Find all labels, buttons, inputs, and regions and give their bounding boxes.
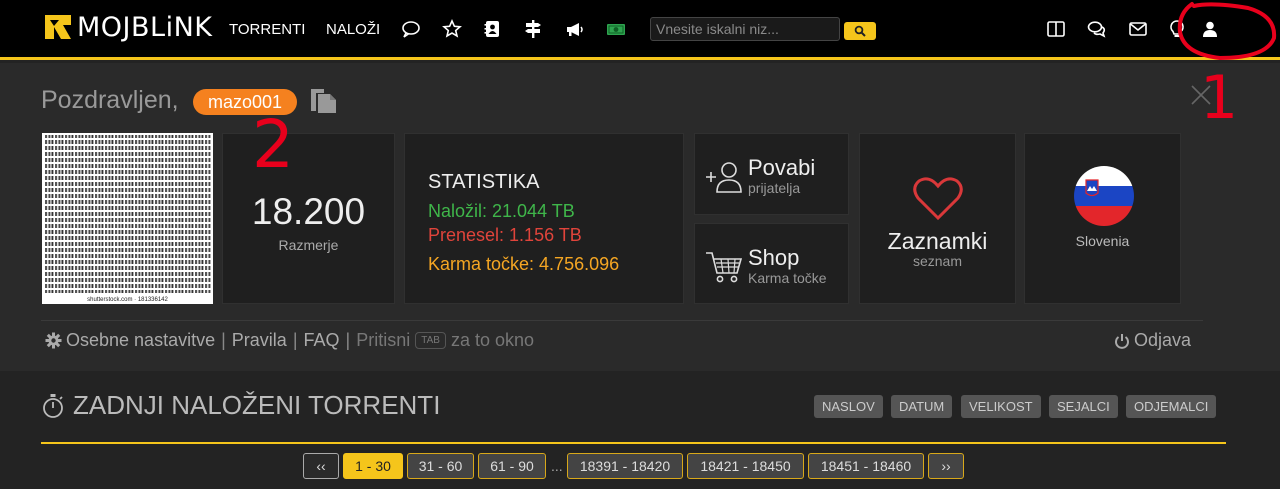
user-icon[interactable] (1199, 18, 1221, 40)
pagination-page[interactable]: 18421 - 18450 (687, 453, 804, 479)
karma-stat: Karma točke: 4.756.096 (428, 254, 620, 274)
bookmarks-subtitle: seznam (912, 253, 963, 269)
close-icon[interactable] (1190, 84, 1212, 106)
avatar-binary-pattern (44, 135, 211, 293)
sort-by-leechers-button[interactable]: ODJEMALCI (1126, 395, 1217, 418)
downloaded-stat: Prenesel: 1.156 TB (428, 225, 582, 245)
shop-subtitle: Karma točke (748, 270, 827, 286)
signpost-icon[interactable] (522, 18, 544, 40)
sort-by-seeders-button[interactable]: SEJALCI (1049, 395, 1118, 418)
heart-icon (913, 177, 963, 221)
pagination-page[interactable]: 18451 - 18460 (808, 453, 924, 479)
copy-icon[interactable] (309, 87, 339, 115)
pagination-prev[interactable]: ‹‹ (303, 453, 339, 479)
shopping-cart-icon (706, 252, 743, 283)
ratio-value: 18.200 (251, 191, 366, 232)
pagination-page[interactable]: 61 - 90 (478, 453, 546, 479)
country-card: Slovenia (1024, 133, 1181, 304)
slovenia-flag-icon (1074, 166, 1134, 226)
press-text: Pritisni (356, 330, 411, 350)
sort-by-date-button[interactable]: DATUM (891, 395, 953, 418)
envelope-icon[interactable] (1127, 18, 1149, 40)
nav-upload-link[interactable]: NALOŽI (326, 21, 380, 38)
window-hint-text: za to okno (450, 330, 534, 350)
avatar-caption: shutterstock.com · 181336142 (42, 297, 213, 303)
logo-text: MOJBLiNK (77, 11, 213, 43)
invite-subtitle: prijatelja (748, 180, 801, 196)
uploaded-stat: Naložil: 21.044 TB (428, 201, 575, 221)
logout-button[interactable]: Odjava (1114, 330, 1191, 351)
settings-link[interactable]: Osebne nastavitve (66, 330, 215, 351)
separator: | (292, 330, 298, 350)
megaphone-icon[interactable] (563, 18, 585, 40)
faq-link[interactable]: FAQ (304, 330, 340, 351)
latest-torrents-title: ZADNJI NALOŽENI TORRENTI (41, 390, 440, 421)
bookmarks-card[interactable]: Zaznamki seznam (859, 133, 1016, 304)
invite-friend-card[interactable]: Povabi prijatelja (694, 133, 849, 215)
statistics-card: STATISTIKA Naložil: 21.044 TB Prenesel: … (404, 133, 684, 304)
nav-torrents-link[interactable]: TORRENTI (229, 21, 305, 38)
shop-card[interactable]: Shop Karma točke (694, 223, 849, 304)
pagination-page[interactable]: 31 - 60 (407, 453, 474, 479)
separator: | (221, 330, 226, 350)
stopwatch-icon (43, 393, 63, 418)
search-button[interactable] (844, 22, 876, 40)
latest-torrents-heading: ZADNJI NALOŽENI TORRENTI (73, 390, 441, 420)
ratio-label: Razmerje (278, 237, 339, 253)
tab-key-hint: TAB (415, 332, 446, 349)
rules-link[interactable]: Pravila (232, 330, 287, 351)
logo-mark-icon (45, 15, 71, 39)
sort-by-title-button[interactable]: NASLOV (814, 395, 883, 418)
logout-label: Odjava (1134, 330, 1192, 350)
chat-bubble-icon[interactable] (400, 18, 422, 40)
pagination-page[interactable]: 18391 - 18420 (567, 453, 683, 479)
top-navbar: MOJBLiNK TORRENTI NALOŽI (0, 0, 1280, 60)
ratio-card: 18.200 Razmerje (222, 133, 395, 304)
pagination-page[interactable]: 1 - 30 (343, 453, 403, 479)
search-icon (854, 25, 866, 37)
user-avatar[interactable]: shutterstock.com · 181336142 (42, 133, 213, 304)
power-icon (1115, 333, 1129, 349)
comments-icon[interactable] (1086, 18, 1108, 40)
panel-footer-links: Osebne nastavitve | Pravila | FAQ | Prit… (45, 330, 534, 351)
pagination-next[interactable]: ›› (928, 453, 964, 479)
gear-icon (45, 332, 62, 349)
country-name: Slovenia (1075, 233, 1130, 249)
money-icon[interactable] (605, 18, 627, 40)
username-badge[interactable]: mazo001 (193, 89, 298, 115)
contact-book-icon[interactable] (481, 18, 503, 40)
separator: | (345, 330, 351, 350)
bookmarks-title: Zaznamki (887, 228, 988, 254)
greeting-text: Pozdravljen, (41, 86, 179, 114)
pagination-ellipsis: ... (551, 458, 563, 474)
columns-icon[interactable] (1045, 18, 1067, 40)
lightbulb-icon[interactable] (1166, 18, 1188, 40)
search-input[interactable] (650, 17, 840, 41)
site-logo[interactable]: MOJBLiNK (42, 10, 212, 44)
sort-by-size-button[interactable]: VELIKOST (961, 395, 1041, 418)
shop-title: Shop (748, 245, 800, 270)
section-divider (41, 442, 1226, 444)
panel-divider (41, 320, 1203, 321)
statistics-title: STATISTIKA (428, 171, 540, 193)
add-user-icon (706, 162, 742, 193)
invite-title: Povabi (748, 155, 816, 180)
star-icon[interactable] (441, 18, 463, 40)
